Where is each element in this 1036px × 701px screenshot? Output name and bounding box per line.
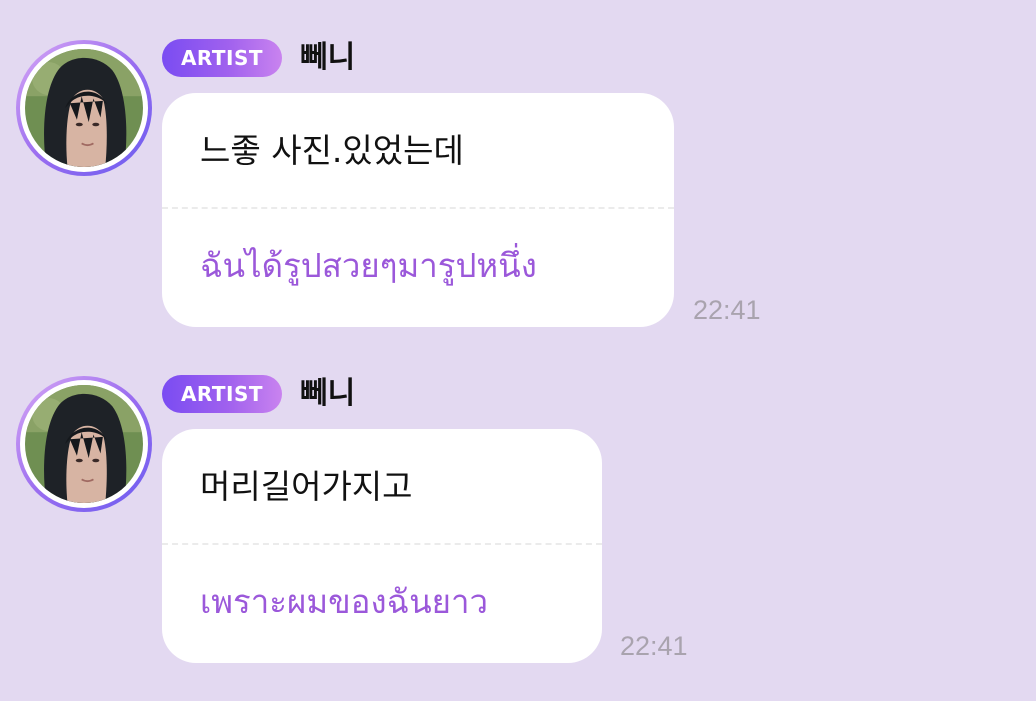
translated-text: เพราะผมของฉันยาว (200, 582, 489, 621)
avatar-ring (20, 380, 148, 508)
original-text: 머리길어가지고 (200, 467, 413, 506)
avatar[interactable] (16, 376, 152, 512)
artist-badge: ARTIST (162, 375, 282, 413)
avatar-photo (25, 385, 143, 503)
chat-message: ARTIST 뻬니 머리길어가지고 เพราะผมของฉันยาว 22:41 (0, 0, 1036, 701)
message-bubble[interactable]: 머리길어가지고 เพราะผมของฉันยาว (162, 429, 602, 663)
bubble-divider (162, 543, 602, 545)
message-timestamp: 22:41 (620, 631, 688, 661)
sender-name: 뻬니 (300, 376, 356, 411)
